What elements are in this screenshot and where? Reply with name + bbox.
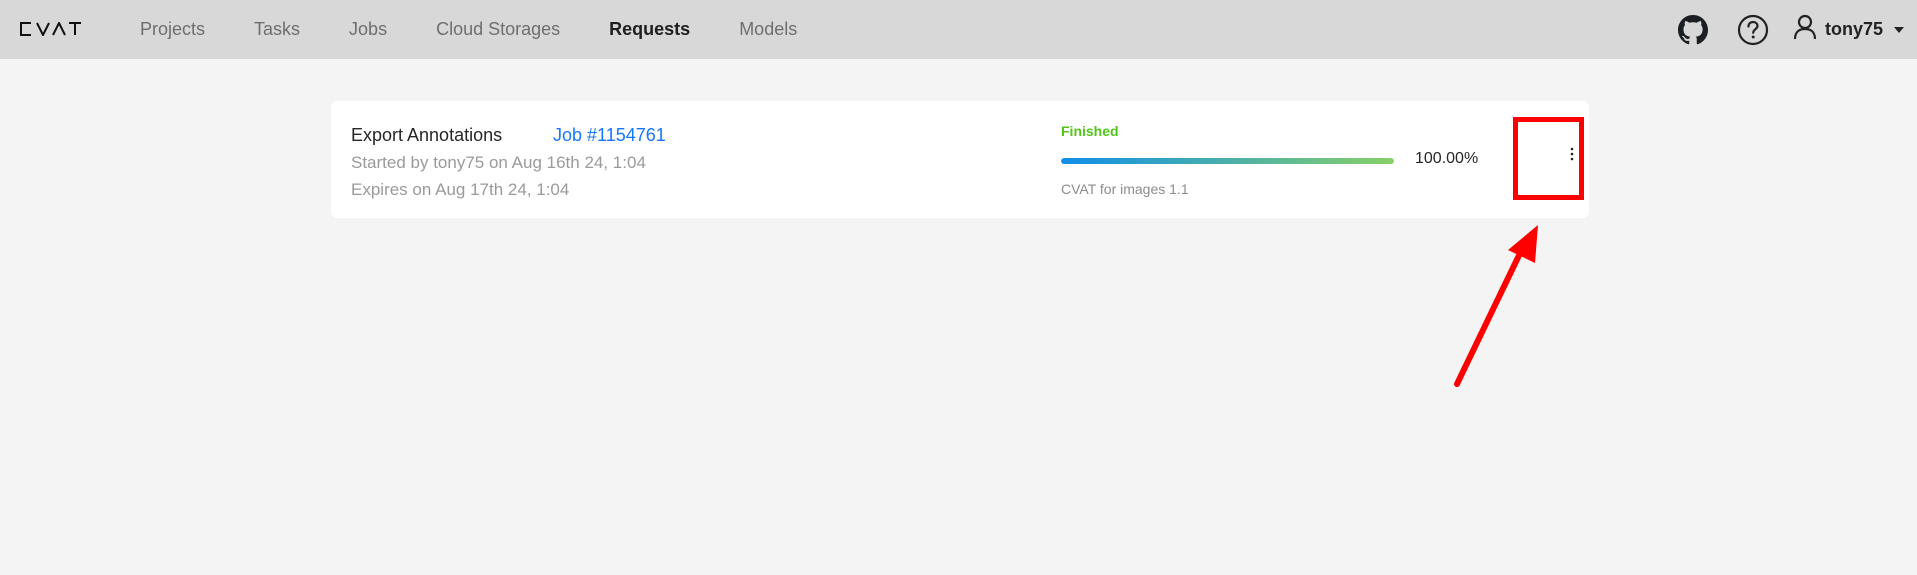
user-menu[interactable]: tony75 xyxy=(1793,14,1905,45)
user-name: tony75 xyxy=(1824,19,1883,39)
annotation-arrow xyxy=(1440,215,1550,395)
status-text: Finished xyxy=(1061,123,1119,139)
nav-tasks[interactable]: Tasks xyxy=(254,19,300,40)
nav-models[interactable]: Models xyxy=(739,19,797,40)
github-icon[interactable] xyxy=(1677,14,1709,46)
top-bar: Projects Tasks Jobs Cloud Storages Reque… xyxy=(0,0,1917,59)
header-tools: tony75 xyxy=(1677,0,1917,59)
user-icon xyxy=(1793,14,1817,45)
cvat-logo[interactable] xyxy=(19,18,83,40)
main-nav: Projects Tasks Jobs Cloud Storages Reque… xyxy=(140,0,846,59)
progress-percent: 100.00% xyxy=(1415,150,1479,167)
export-format: CVAT for images 1.1 xyxy=(1061,181,1189,197)
caret-down-icon xyxy=(1893,21,1905,39)
progress-bar xyxy=(1061,158,1394,164)
job-link[interactable]: Job #1154761 xyxy=(553,125,666,146)
request-started: Started by tony75 on Aug 16th 24, 1:04 xyxy=(351,153,646,172)
request-expires: Expires on Aug 17th 24, 1:04 xyxy=(351,180,570,199)
nav-requests[interactable]: Requests xyxy=(609,19,690,40)
nav-jobs[interactable]: Jobs xyxy=(349,19,387,40)
annotation-highlight-box xyxy=(1513,117,1584,200)
nav-projects[interactable]: Projects xyxy=(140,19,205,40)
question-circle-icon[interactable] xyxy=(1737,14,1769,46)
nav-cloud-storages[interactable]: Cloud Storages xyxy=(436,19,560,40)
request-card: Export Annotations Job #1154761 Started … xyxy=(331,101,1589,218)
progress-fill xyxy=(1061,158,1394,164)
request-title: Export Annotations xyxy=(351,125,503,145)
